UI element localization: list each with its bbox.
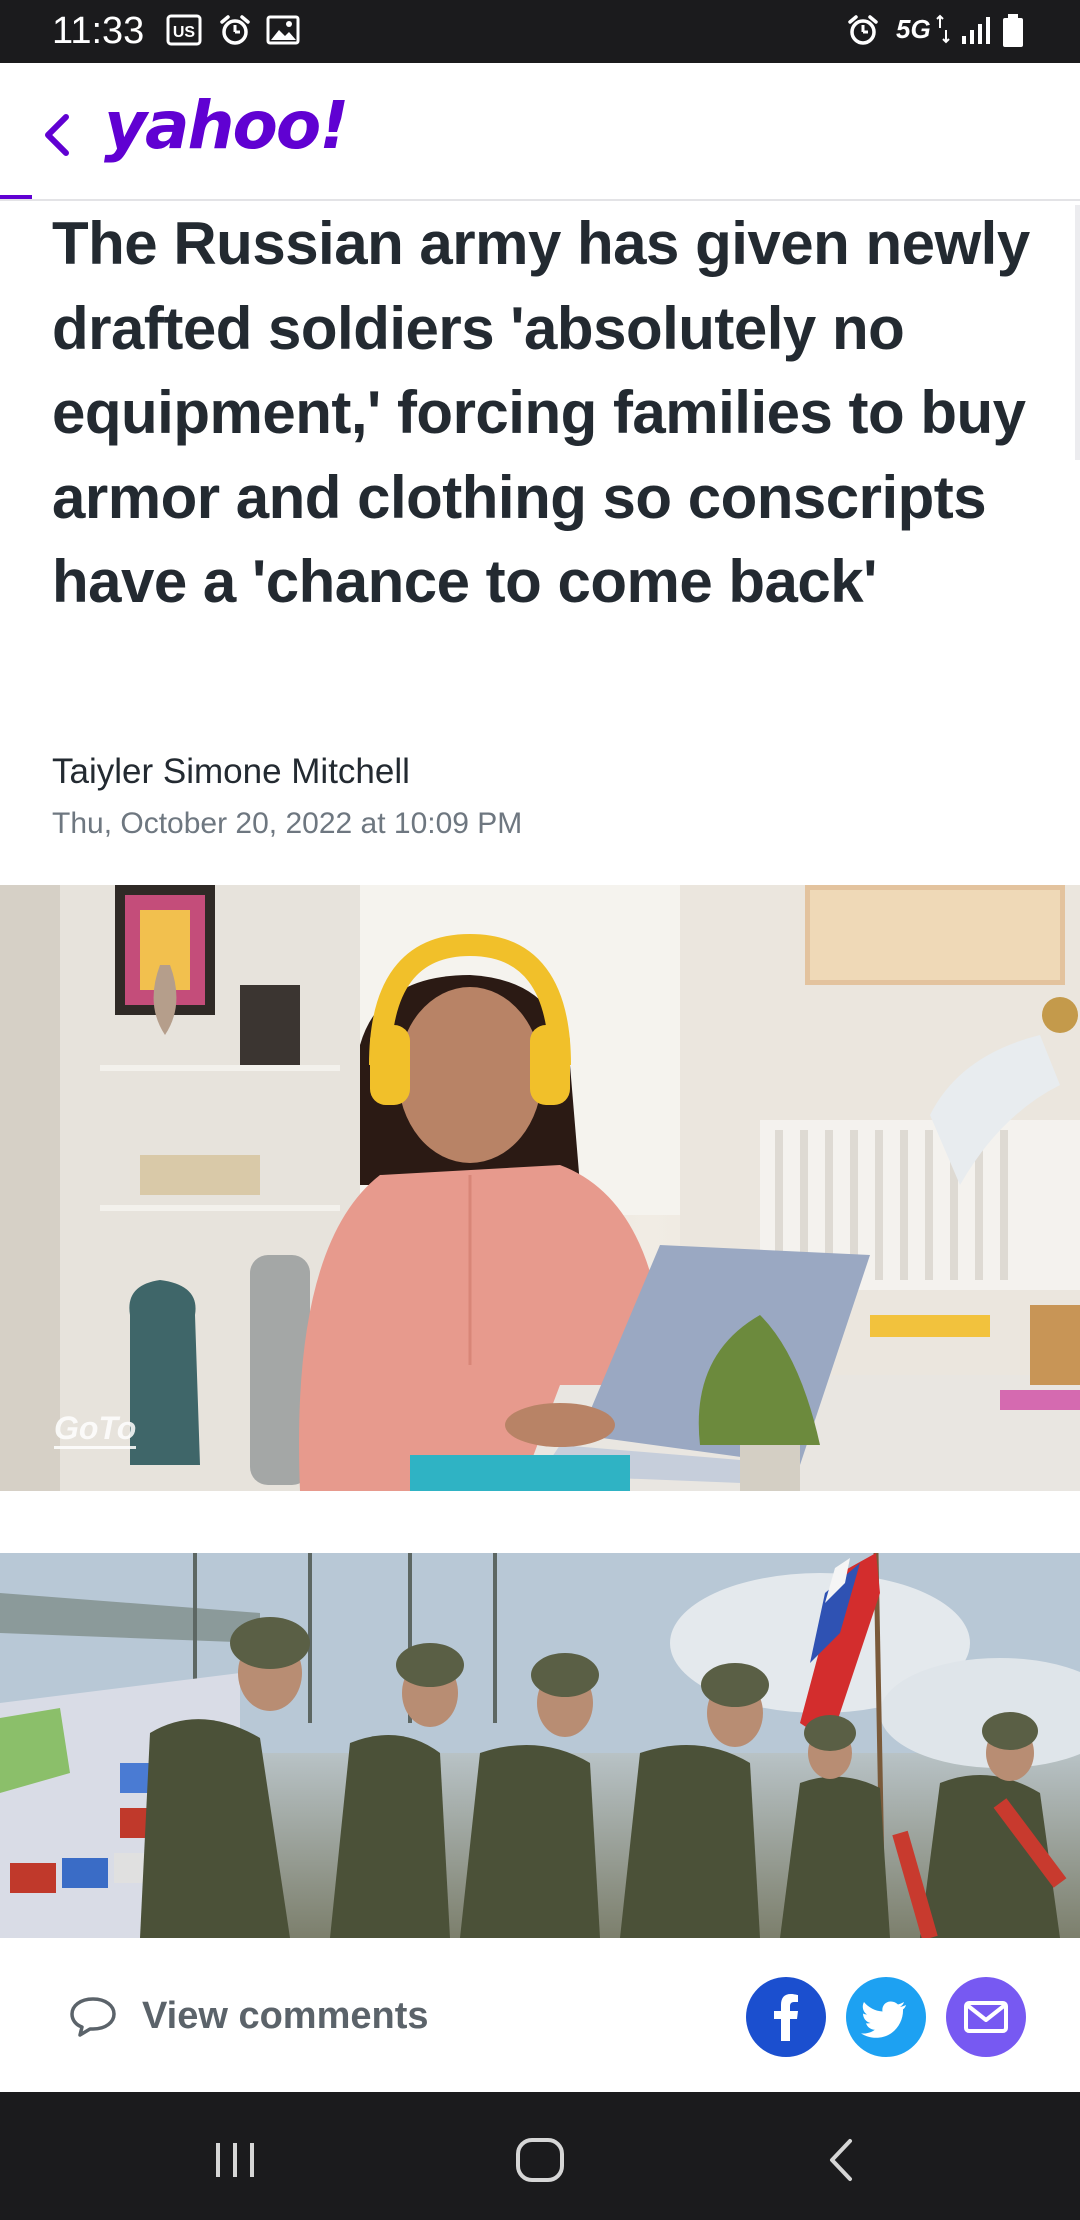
ad-brand-logo: GoTo [54,1410,137,1449]
gallery-icon [266,15,300,45]
status-bar: 11:33 US 5G [0,0,1080,63]
back-icon[interactable] [818,2135,868,2185]
recents-icon[interactable] [210,2135,260,2185]
home-icon[interactable] [512,2135,568,2185]
battery-icon [1003,14,1023,47]
comment-icon[interactable] [68,1993,118,2039]
ad-image[interactable] [0,885,1080,1491]
header-divider [0,199,1080,201]
network-type: 5G [896,14,931,44]
email-share-button[interactable] [946,1977,1026,2057]
chevron-left-icon[interactable] [36,105,80,165]
twitter-share-button[interactable] [846,1977,926,2057]
article-author[interactable]: Taiyler Simone Mitchell [52,748,410,796]
twitter-icon [861,2001,906,2038]
facebook-icon [774,1994,798,2041]
data-arrows-icon [936,14,950,44]
article-date: Thu, October 20, 2022 at 10:09 PM [52,807,523,840]
svg-text:US: US [173,24,196,41]
us-flag-icon: US [166,14,202,46]
alarm-icon [220,15,250,45]
scroll-indicator [1075,205,1080,460]
article-image[interactable] [0,1553,1080,1938]
yahoo-logo[interactable]: yahoo! [104,86,349,166]
status-time: 11:33 [52,10,145,52]
progress-accent [0,195,32,199]
facebook-share-button[interactable] [746,1977,826,2057]
signal-icon [962,17,990,44]
mail-icon [964,2001,1008,2033]
article-headline: The Russian army has given newly drafted… [52,210,1030,615]
alarm-icon [848,15,878,45]
view-comments-link[interactable]: View comments [142,1990,429,2042]
